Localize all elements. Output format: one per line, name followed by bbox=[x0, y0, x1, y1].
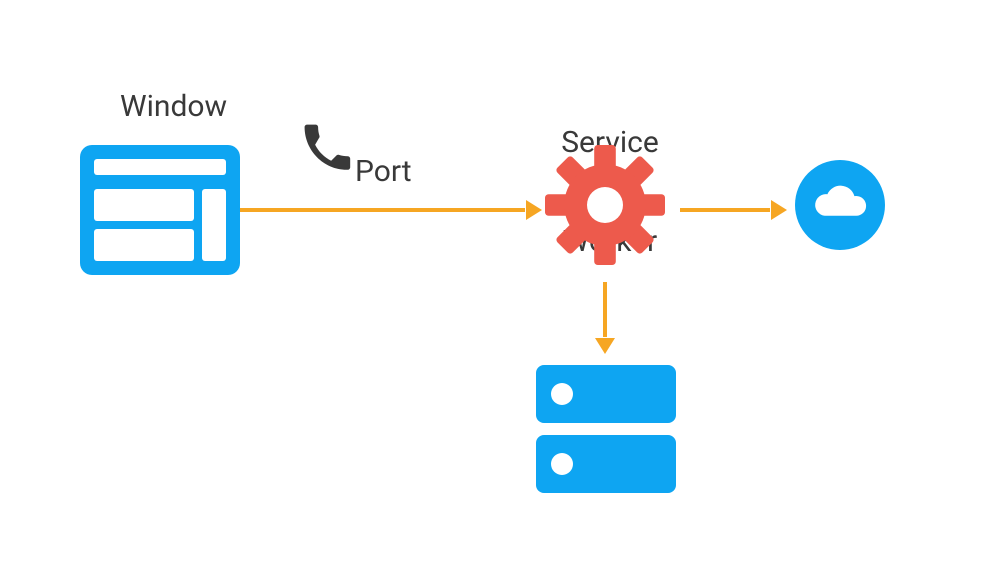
window-icon bbox=[80, 145, 240, 275]
cloud-icon bbox=[795, 160, 885, 250]
diagram-canvas: Window Port Service Worker bbox=[0, 0, 984, 564]
arrow-sw-to-cache bbox=[603, 282, 607, 337]
cache-icon bbox=[536, 365, 676, 495]
arrow-window-to-sw bbox=[240, 208, 525, 212]
gear-icon bbox=[545, 145, 665, 265]
window-label: Window bbox=[120, 90, 227, 123]
arrow-sw-to-cloud bbox=[680, 208, 770, 212]
phone-icon bbox=[300, 120, 355, 175]
port-label: Port bbox=[355, 155, 412, 188]
